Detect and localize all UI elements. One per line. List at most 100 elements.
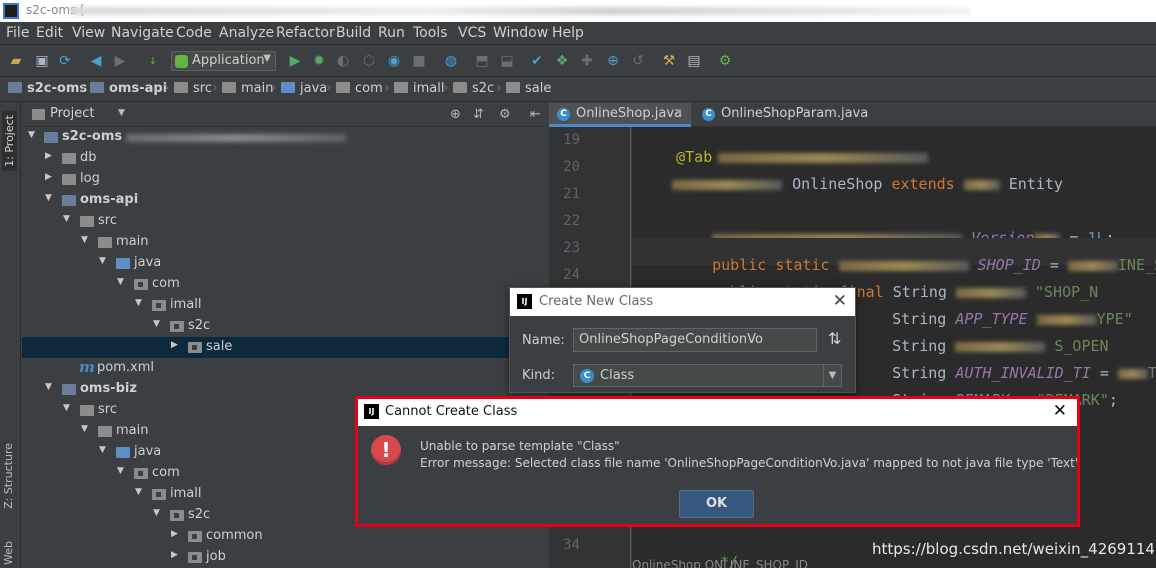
vcs-history-icon[interactable]: ❖ (553, 52, 571, 70)
vcs-push-icon[interactable]: ✚ (578, 52, 596, 70)
stop-icon[interactable]: ■ (410, 52, 428, 70)
run-icon[interactable]: ▶ (286, 52, 304, 70)
menu-code[interactable]: Code (176, 25, 212, 41)
expand-arrow-icon[interactable]: ▼ (153, 319, 160, 329)
tree-row[interactable]: m pom.xml (22, 358, 548, 379)
expand-arrow-icon[interactable]: ▼ (117, 466, 124, 476)
menu-navigate[interactable]: Navigate (111, 25, 174, 41)
expand-arrow-icon[interactable]: ▼ (99, 256, 106, 266)
chevron-down-icon[interactable]: ▼ (118, 108, 125, 118)
tree-row[interactable]: ▼ s2c-oms (22, 127, 548, 148)
debug-icon[interactable]: ✹ (310, 52, 328, 70)
tree-row-selected[interactable]: ▶ sale (22, 337, 548, 358)
menu-build[interactable]: Build (336, 25, 371, 41)
back-icon[interactable]: ◀ (87, 52, 105, 70)
menu-file[interactable]: File (6, 25, 29, 41)
collapse-all-icon[interactable]: ⇵ (473, 107, 484, 122)
expand-arrow-icon[interactable]: ▼ (45, 193, 52, 203)
collapse-arrow-icon[interactable]: ▶ (171, 340, 178, 350)
menu-vcs[interactable]: VCS (458, 25, 486, 41)
expand-arrow-icon[interactable]: ▼ (81, 235, 88, 245)
tree-row[interactable]: ▼ com (22, 274, 548, 295)
tool-tab-structure[interactable]: Z: Structure (2, 443, 15, 509)
vcs-commit-icon[interactable]: ⬓ (498, 52, 516, 70)
open-folder-icon[interactable]: ▰ (7, 52, 25, 70)
menu-refactor[interactable]: Refactor (276, 25, 335, 41)
save-all-icon[interactable]: ▣ (33, 52, 51, 70)
menu-window[interactable]: Window (493, 25, 548, 41)
gear-icon[interactable]: ⚙ (499, 107, 511, 122)
expand-arrow-icon[interactable]: ▼ (117, 277, 124, 287)
menu-tools[interactable]: Tools (413, 25, 448, 41)
tool-tab-project[interactable]: 1: Project (2, 111, 17, 171)
tree-row[interactable]: ▼ oms-api (22, 190, 548, 211)
hide-icon[interactable]: ⇤ (530, 107, 541, 122)
sort-arrows-icon[interactable]: ⇅ (828, 329, 841, 348)
tree-row[interactable]: ▶ db (22, 148, 548, 169)
menu-edit[interactable]: Edit (36, 25, 63, 41)
expand-arrow-icon[interactable]: ▼ (63, 403, 70, 413)
menu-run[interactable]: Run (378, 25, 405, 41)
tree-row[interactable]: ▼ imall (22, 295, 548, 316)
collapse-arrow-icon[interactable]: ▶ (171, 529, 178, 539)
tree-row[interactable]: ▼ src (22, 211, 548, 232)
ok-button[interactable]: OK (679, 490, 754, 518)
revert-icon[interactable]: ↺ (629, 52, 647, 70)
breadcrumb-item[interactable]: s2c-oms (8, 81, 87, 96)
menu-help[interactable]: Help (552, 25, 584, 41)
build-project-icon[interactable]: ↓ (144, 52, 162, 70)
expand-arrow-icon[interactable]: ▼ (99, 445, 106, 455)
project-structure-icon[interactable]: ▤ (685, 52, 703, 70)
close-icon[interactable]: ✕ (833, 291, 847, 311)
expand-arrow-icon[interactable]: ▼ (153, 508, 160, 518)
tree-row[interactable]: ▼ main (22, 232, 548, 253)
tree-row[interactable]: ▼ s2c (22, 316, 548, 337)
breadcrumb-item[interactable]: oms-api (90, 81, 167, 96)
editor-tab[interactable]: C OnlineShop.java ✕ (549, 103, 691, 127)
collapse-arrow-icon[interactable]: ▶ (45, 172, 52, 182)
profile-icon[interactable]: ⬡ (360, 52, 378, 70)
locate-icon[interactable]: ⊕ (450, 107, 461, 122)
close-tab-icon[interactable]: ✕ (674, 106, 683, 119)
tree-row[interactable]: ▶ log (22, 169, 548, 190)
breadcrumb-item[interactable]: src (174, 81, 212, 96)
breadcrumb-item[interactable]: s2c (453, 81, 494, 96)
breadcrumb-item[interactable]: java (281, 81, 327, 96)
menu-view[interactable]: View (72, 25, 105, 41)
expand-arrow-icon[interactable]: ▼ (135, 298, 142, 308)
project-panel-title[interactable]: Project (50, 106, 94, 121)
tree-row[interactable]: ▶ common (22, 526, 548, 547)
expand-arrow-icon[interactable]: ▼ (63, 214, 70, 224)
breadcrumb-item[interactable]: main (222, 81, 273, 96)
menu-analyze[interactable]: Analyze (219, 25, 274, 41)
search-everywhere-icon[interactable]: ⊕ (604, 52, 622, 70)
kind-select[interactable]: C Class ▼ (573, 364, 842, 387)
chevron-down-icon[interactable]: ▼ (823, 365, 841, 386)
breadcrumb-item[interactable]: imall (394, 81, 444, 96)
plugin-icon[interactable]: ⚙ (716, 52, 734, 70)
tree-label: src (98, 213, 117, 228)
expand-arrow-icon[interactable]: ▼ (45, 382, 52, 392)
class-name-input[interactable]: OnlineShopPageConditionVo (573, 328, 817, 352)
run-configuration-select[interactable]: Application ▼ (171, 51, 276, 71)
collapse-arrow-icon[interactable]: ▶ (171, 550, 178, 560)
close-icon[interactable]: ✕ (1053, 401, 1067, 421)
tool-tab-web[interactable]: Web (2, 541, 15, 565)
breadcrumb-item[interactable]: sale (506, 81, 551, 96)
settings-icon[interactable]: ⚒ (660, 52, 678, 70)
forward-icon[interactable]: ▶ (111, 52, 129, 70)
collapse-arrow-icon[interactable]: ▶ (45, 151, 52, 161)
attach-icon[interactable]: ◉ (385, 52, 403, 70)
tree-row[interactable]: ▼ java (22, 253, 548, 274)
breadcrumb-item[interactable]: com (336, 81, 383, 96)
expand-arrow-icon[interactable]: ▼ (28, 130, 35, 140)
help-icon[interactable]: ◍ (442, 52, 460, 70)
expand-arrow-icon[interactable]: ▼ (135, 487, 142, 497)
tree-row[interactable]: ▶ job (22, 547, 548, 568)
vcs-compare-icon[interactable]: ✔ (528, 52, 546, 70)
sync-icon[interactable]: ⟳ (56, 52, 74, 70)
coverage-icon[interactable]: ◐ (334, 52, 352, 70)
vcs-update-icon[interactable]: ⬒ (473, 52, 491, 70)
editor-tab[interactable]: C OnlineShopParam.java (694, 103, 868, 127)
expand-arrow-icon[interactable]: ▼ (81, 424, 88, 434)
